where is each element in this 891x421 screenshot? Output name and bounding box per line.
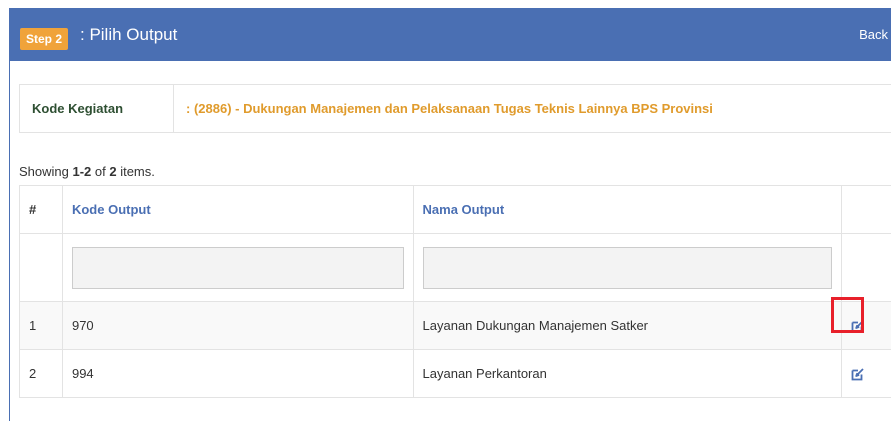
filter-cell-empty xyxy=(19,233,63,302)
kode-kegiatan-label: Kode Kegiatan xyxy=(19,84,174,133)
nama-output-filter-input[interactable] xyxy=(422,246,833,289)
step-badge: Step 2 xyxy=(20,28,69,50)
row-action-cell xyxy=(841,349,891,398)
output-panel: Step 2 : Pilih Output Back Kode Kegiatan… xyxy=(9,8,891,421)
kode-output-filter-input[interactable] xyxy=(71,246,404,289)
back-link[interactable]: Back xyxy=(859,27,888,43)
page-title: : Pilih Output xyxy=(80,25,178,44)
summary-suffix: items. xyxy=(116,164,155,179)
column-header-action xyxy=(841,185,891,234)
filter-cell-kode xyxy=(61,233,414,302)
row-number: 2 xyxy=(19,349,63,398)
panel-heading: Step 2 : Pilih Output Back xyxy=(10,8,891,61)
output-grid: # Kode Output Nama Output 1 970 Layanan … xyxy=(19,185,891,398)
column-header-kode-output[interactable]: Kode Output xyxy=(61,185,414,234)
filter-cell-nama xyxy=(412,233,843,302)
summary-range: 1-2 xyxy=(72,164,92,179)
filter-row xyxy=(19,233,891,302)
row-nama-output: Layanan Dukungan Manajemen Satker xyxy=(412,301,843,350)
summary-prefix: Showing xyxy=(19,164,73,179)
row-kode-output: 994 xyxy=(61,349,414,398)
row-number: 1 xyxy=(19,301,63,350)
summary-total: 2 xyxy=(109,164,117,179)
filter-cell-action xyxy=(841,233,891,302)
column-header-nama-output[interactable]: Nama Output xyxy=(412,185,843,234)
row-nama-output: Layanan Perkantoran xyxy=(412,349,843,398)
table-row: 1 970 Layanan Dukungan Manajemen Satker xyxy=(19,301,891,350)
edit-icon[interactable] xyxy=(851,367,865,381)
table-row: 2 994 Layanan Perkantoran xyxy=(19,349,891,398)
column-header-number: # xyxy=(19,185,63,234)
kode-kegiatan-value: : (2886) - Dukungan Manajemen dan Pelaks… xyxy=(173,84,891,133)
summary-middle: of xyxy=(91,164,110,179)
results-summary: Showing 1-2 of 2 items. xyxy=(19,164,155,179)
grid-header-row: # Kode Output Nama Output xyxy=(19,185,891,234)
row-kode-output: 970 xyxy=(61,301,414,350)
highlight-box xyxy=(831,297,864,333)
activity-info-table: Kode Kegiatan : (2886) - Dukungan Manaje… xyxy=(19,84,891,133)
